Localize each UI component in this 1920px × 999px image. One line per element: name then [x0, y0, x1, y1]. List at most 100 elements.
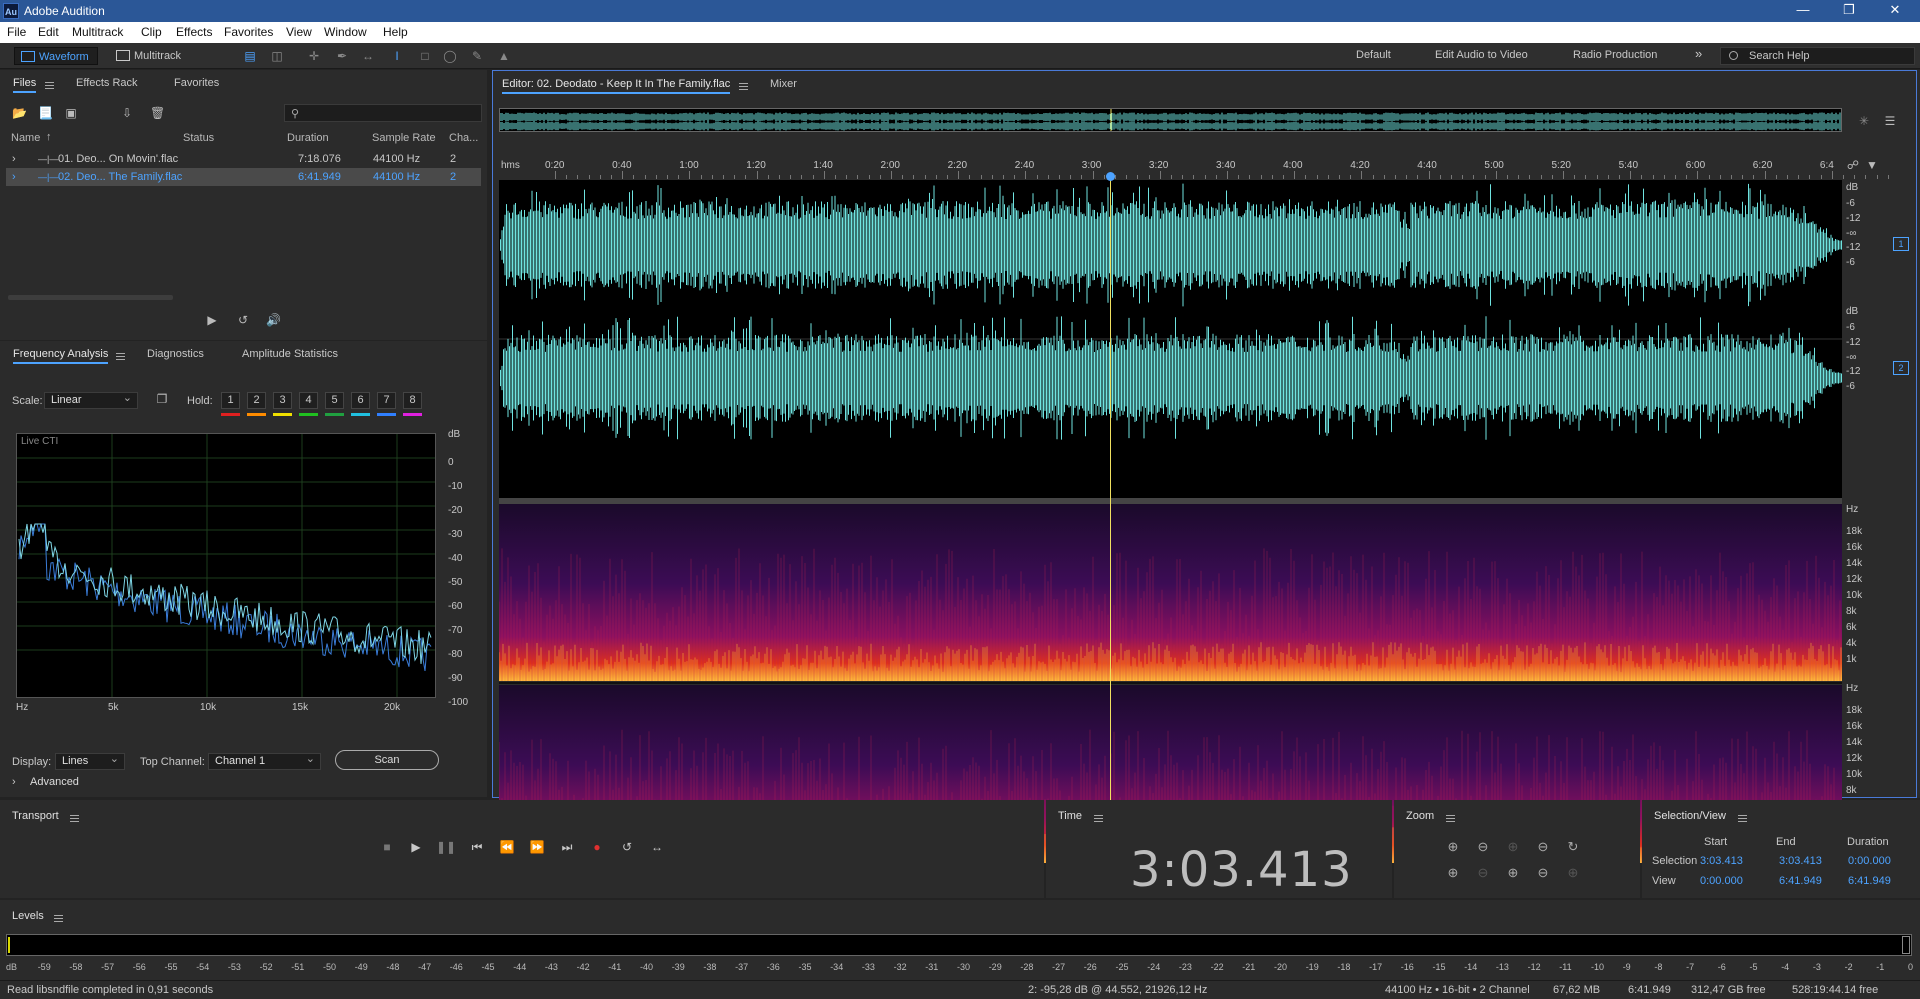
scan-button[interactable]: Scan — [335, 750, 439, 770]
loop-preview-icon[interactable]: ↺ — [236, 313, 250, 327]
menu-edit[interactable]: Edit — [38, 25, 59, 39]
zoom-in-time-icon[interactable]: ⊕ — [1504, 838, 1522, 856]
close-file-icon[interactable]: 🗑 — [150, 106, 165, 120]
col-name[interactable]: Name — [11, 132, 40, 144]
expand-chevron-icon[interactable]: › — [12, 150, 16, 168]
hold-button-8[interactable]: 8 — [403, 392, 422, 409]
auto-play-icon[interactable]: 🔊 — [266, 313, 281, 327]
col-sample-rate[interactable]: Sample Rate — [372, 132, 436, 144]
zoom-out-full-icon[interactable]: ⊖ — [1534, 864, 1552, 882]
files-panel-menu-icon[interactable] — [45, 82, 54, 89]
zoom-to-selection-icon[interactable]: ⊕ — [1504, 864, 1522, 882]
file-row[interactable]: › —|— 01. Deo... On Movin'.flac 7:18.076… — [6, 150, 481, 168]
pause-icon[interactable]: ❚❚ — [435, 838, 457, 856]
menu-view[interactable]: View — [286, 25, 312, 39]
expand-chevron-icon[interactable]: › — [12, 168, 16, 186]
tab-effects-rack[interactable]: Effects Rack — [76, 77, 138, 89]
overview-waveform[interactable] — [499, 108, 1842, 132]
zoom-reset-icon[interactable]: ↻ — [1564, 838, 1582, 856]
copy-graph-icon[interactable]: ❐ — [155, 392, 169, 406]
scale-dropdown[interactable]: Linear — [44, 391, 138, 409]
workspace-default[interactable]: Default — [1356, 49, 1391, 61]
tab-files[interactable]: Files — [13, 77, 37, 93]
zoom-to-track-icon[interactable]: ⊕ — [1564, 864, 1582, 882]
lasso-tool-icon[interactable]: ◯ — [443, 49, 457, 63]
advanced-chevron-icon[interactable]: › — [12, 776, 16, 788]
levels-menu-icon[interactable] — [54, 915, 63, 922]
marker-icon[interactable]: ▼ — [1865, 158, 1879, 172]
zoom-to-fit-icon[interactable]: ✳ — [1857, 114, 1871, 128]
menu-file[interactable]: File — [7, 25, 26, 39]
maximize-icon[interactable]: ❐ — [1834, 2, 1864, 18]
time-selection-tool-icon[interactable]: I — [390, 49, 404, 63]
spot-healing-tool-icon[interactable]: ▲ — [497, 49, 511, 63]
zoom-in-amplitude-icon[interactable]: ⊕ — [1444, 838, 1462, 856]
pitch-display-icon[interactable]: ◫ — [270, 49, 284, 63]
hold-button-2[interactable]: 2 — [247, 392, 266, 409]
tab-favorites[interactable]: Favorites — [174, 77, 219, 89]
tab-mixer[interactable]: Mixer — [770, 78, 797, 90]
record-icon[interactable]: ● — [586, 838, 608, 856]
snap-icon[interactable]: ☍ — [1846, 158, 1860, 172]
tab-diagnostics[interactable]: Diagnostics — [147, 348, 204, 360]
clip-indicator[interactable] — [1902, 936, 1910, 954]
spectral-display-icon[interactable]: ▤ — [243, 49, 257, 63]
selection-start[interactable]: 3:03.413 — [1700, 855, 1743, 867]
close-icon[interactable]: ✕ — [1880, 2, 1910, 18]
waveform-display[interactable] — [499, 180, 1842, 498]
zoom-in-at-start-icon[interactable]: ⊕ — [1444, 864, 1462, 882]
stop-icon[interactable]: ■ — [376, 838, 398, 856]
search-help-input[interactable]: Search Help — [1720, 47, 1915, 65]
playhead-handle[interactable] — [1106, 172, 1115, 181]
advanced-label[interactable]: Advanced — [30, 776, 79, 788]
menu-help[interactable]: Help — [383, 25, 408, 39]
menu-favorites[interactable]: Favorites — [224, 25, 273, 39]
selection-duration[interactable]: 0:00.000 — [1848, 855, 1891, 867]
waveform-view-button[interactable]: Waveform — [14, 47, 98, 65]
loop-playback-icon[interactable]: ↺ — [616, 838, 638, 856]
zoom-out-time-icon[interactable]: ⊖ — [1534, 838, 1552, 856]
play-icon[interactable]: ▶ — [405, 838, 427, 856]
zoom-in-at-end-icon[interactable]: ⊖ — [1474, 864, 1492, 882]
menu-window[interactable]: Window — [324, 25, 367, 39]
zoom-out-amplitude-icon[interactable]: ⊖ — [1474, 838, 1492, 856]
skip-selection-icon[interactable]: ↔ — [646, 838, 668, 856]
tab-editor[interactable]: Editor: 02. Deodato - Keep It In The Fam… — [502, 78, 731, 94]
hold-button-4[interactable]: 4 — [299, 392, 318, 409]
marquee-tool-icon[interactable]: □ — [418, 49, 432, 63]
workspace-radio-production[interactable]: Radio Production — [1573, 49, 1657, 61]
time-ruler[interactable]: hms 0:20 0:40 1:00 1:20 1:40 2:00 2:20 2:40 3:00 3… — [499, 159, 1889, 179]
view-duration[interactable]: 6:41.949 — [1848, 875, 1891, 887]
col-status[interactable]: Status — [183, 132, 214, 144]
hold-button-5[interactable]: 5 — [325, 392, 344, 409]
tab-amplitude-statistics[interactable]: Amplitude Statistics — [242, 348, 338, 360]
new-file-icon[interactable]: ▣ — [64, 106, 78, 120]
hold-button-6[interactable]: 6 — [351, 392, 370, 409]
files-search-input[interactable]: ⚲ — [284, 104, 482, 122]
channel-2-badge[interactable]: 2 — [1893, 361, 1909, 375]
selview-menu-icon[interactable] — [1738, 815, 1747, 822]
slip-tool-icon[interactable]: ↔ — [361, 49, 375, 63]
channel-1-badge[interactable]: 1 — [1893, 237, 1909, 251]
workspace-edit-audio-to-video[interactable]: Edit Audio to Video — [1435, 49, 1528, 61]
razor-tool-icon[interactable]: ✒ — [335, 49, 349, 63]
view-start[interactable]: 0:00.000 — [1700, 875, 1743, 887]
editor-options-icon[interactable]: ☰ — [1883, 114, 1897, 128]
col-duration[interactable]: Duration — [287, 132, 329, 144]
move-tool-icon[interactable]: ✛ — [307, 49, 321, 63]
transport-menu-icon[interactable] — [70, 815, 79, 822]
time-menu-icon[interactable] — [1094, 815, 1103, 822]
play-preview-icon[interactable]: ▶ — [205, 313, 219, 327]
selection-end[interactable]: 3:03.413 — [1779, 855, 1822, 867]
playhead[interactable] — [1110, 176, 1111, 863]
hold-button-3[interactable]: 3 — [273, 392, 292, 409]
import-file-icon[interactable]: 📃 — [38, 106, 53, 120]
fast-forward-icon[interactable]: ⏩ — [526, 838, 548, 856]
file-row-selected[interactable]: › —|— 02. Deo... The Family.flac 6:41.94… — [6, 168, 481, 186]
zoom-menu-icon[interactable] — [1446, 815, 1455, 822]
rewind-icon[interactable]: ⏪ — [496, 838, 518, 856]
minimize-icon[interactable]: — — [1788, 2, 1818, 17]
files-scrollbar[interactable] — [8, 295, 173, 300]
menu-multitrack[interactable]: Multitrack — [72, 25, 123, 39]
tab-frequency-analysis[interactable]: Frequency Analysis — [13, 348, 109, 364]
